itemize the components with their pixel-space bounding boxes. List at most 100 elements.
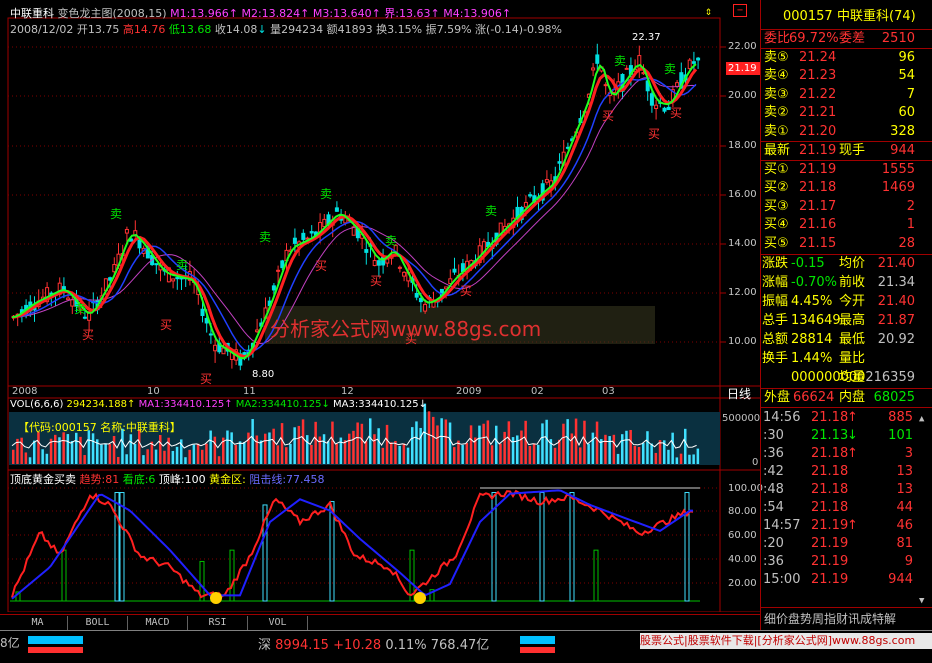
candle-body — [691, 61, 696, 64]
volume-bar — [327, 441, 330, 464]
market-strength-bar — [520, 647, 555, 653]
osc-header: 顶底黄金买卖 趋势:81 看底:6 顶峰:100 黄金区: 阻击线:77.458 — [10, 471, 325, 487]
vol-value: 294234.188 — [66, 399, 127, 410]
candle-body — [595, 54, 600, 64]
sell-signal: 卖 — [74, 302, 87, 316]
tick-volume: 101 — [888, 428, 913, 443]
bid-price: 21.19 — [799, 162, 837, 177]
volume-bar — [238, 441, 242, 464]
stat-label: 总手 — [762, 313, 789, 328]
volume-bar — [461, 444, 464, 464]
minimize-icon[interactable]: − — [733, 4, 747, 17]
bid-label: 买⑤ — [764, 235, 789, 251]
volume-bar — [675, 457, 679, 464]
osc-signal-bar — [61, 549, 67, 602]
stat-label: 均量 — [839, 370, 866, 385]
jie-value: 界:13.63 — [384, 7, 431, 20]
tick-time: :54 — [763, 500, 784, 515]
kline-chart-area[interactable]: 中联重科 变色龙主图(2008,15) M1:13.966↑ M2:13.824… — [0, 0, 763, 613]
volume-bar — [70, 441, 74, 464]
tab-boll[interactable]: BOLL — [68, 616, 128, 630]
stat-value: 21.34 — [877, 275, 915, 290]
m4-value: M4:13.906 — [443, 7, 502, 20]
volume-bar — [587, 443, 590, 464]
ad-banner[interactable]: 股票公式|股票软件下载|[分析家公式网]www.88gs.com — [640, 633, 932, 649]
stat-label: 振幅 — [762, 294, 789, 309]
buy-signal: 买 — [82, 328, 95, 342]
volume-bar — [696, 448, 700, 464]
sz-amount: 768.47亿 — [430, 638, 490, 653]
ask-volume: 60 — [898, 105, 915, 121]
volume-bar — [385, 424, 389, 464]
volume-bar — [402, 443, 406, 464]
tick-volume: 944 — [888, 572, 913, 587]
up-arrow-icon[interactable]: ⇕ — [705, 4, 712, 18]
volume-bar — [490, 445, 494, 464]
scroll-up-icon[interactable]: ▲ — [919, 414, 924, 424]
volume-bar — [289, 443, 292, 464]
volume-header: VOL(6,6,6) 294234.188↑ MA1:334410.125↑ M… — [10, 399, 428, 410]
tick-volume: 3 — [904, 446, 913, 461]
volume-bar — [142, 455, 145, 464]
bid-label: 买① — [764, 162, 789, 177]
tick-row: :20 21.19 81 — [761, 536, 932, 553]
tick-arrow: ↑ — [847, 410, 858, 425]
candle-body — [696, 57, 701, 61]
tab-vol[interactable]: VOL — [248, 616, 308, 630]
stat-label: 涨幅 — [762, 275, 789, 290]
stat-value: 21.87 — [877, 313, 915, 328]
candle-body — [301, 232, 306, 240]
scroll-down-icon[interactable]: ▼ — [919, 596, 924, 606]
volume-bar — [247, 432, 250, 464]
volume-bar — [226, 430, 229, 464]
period-label[interactable]: 日线 — [727, 385, 751, 402]
stat-label: 涨跌 — [762, 256, 789, 271]
volume-bar — [432, 416, 435, 464]
candle-body — [271, 285, 276, 291]
tab-ma[interactable]: MA — [8, 616, 68, 630]
bottom-signal-icon — [210, 592, 222, 604]
candle-body — [137, 239, 142, 249]
bar-amplitude: 振7.59% — [425, 23, 472, 36]
volume-bar — [12, 449, 15, 464]
tick-volume: 81 — [896, 536, 913, 551]
vol-label: VOL(6,6,6) — [10, 399, 64, 410]
volume-bar — [390, 442, 393, 464]
ask-row: 卖④ 21.23 54 — [761, 67, 932, 85]
indicator-header: 中联重科 变色龙主图(2008,15) M1:13.966↑ M2:13.824… — [10, 7, 512, 20]
cur-volume: 944 — [890, 143, 915, 158]
tick-time: 15:00 — [763, 572, 801, 587]
volume-bar — [469, 425, 473, 464]
inner-value: 68025 — [873, 390, 915, 405]
candle-body — [334, 207, 339, 212]
bid-volume: 2 — [906, 198, 915, 214]
volume-bar — [394, 440, 397, 464]
volume-bar — [650, 443, 653, 464]
tick-arrow: ↑ — [847, 518, 858, 533]
kline-svg[interactable] — [0, 0, 760, 613]
price-axis-label: 16.00 — [728, 189, 757, 200]
volume-bar — [604, 434, 607, 464]
candle-body — [292, 237, 297, 244]
bottom-menu-text[interactable]: 细价盘势周指财讯成特解 — [764, 610, 896, 628]
candle-body — [364, 249, 369, 253]
volume-bar — [688, 454, 691, 464]
tab-macd[interactable]: MACD — [128, 616, 188, 630]
bid-row: 买③ 21.17 2 — [761, 198, 932, 216]
tab-rsi[interactable]: RSI — [188, 616, 248, 630]
quote-bottom-menu[interactable]: 细价盘势周指财讯成特解 — [761, 610, 932, 628]
volume-bar — [415, 421, 418, 464]
candle-body — [397, 266, 402, 269]
candle-body — [376, 260, 381, 266]
stat-value: -0.15 — [791, 256, 825, 271]
osc-signal-bar — [119, 492, 125, 602]
ask-row: 卖① 21.20 328 — [761, 123, 932, 141]
bar-volume: 量294234 — [270, 23, 324, 36]
price-axis-label: 14.00 — [728, 238, 757, 249]
buy-signal: 买 — [315, 259, 328, 273]
osc-resist-line: 阻击线:77.458 — [249, 473, 325, 486]
tick-price: 21.18 — [811, 446, 849, 461]
volume-bar — [301, 419, 305, 464]
volume-bar — [444, 419, 448, 464]
tick-arrow: ↑ — [847, 446, 858, 461]
